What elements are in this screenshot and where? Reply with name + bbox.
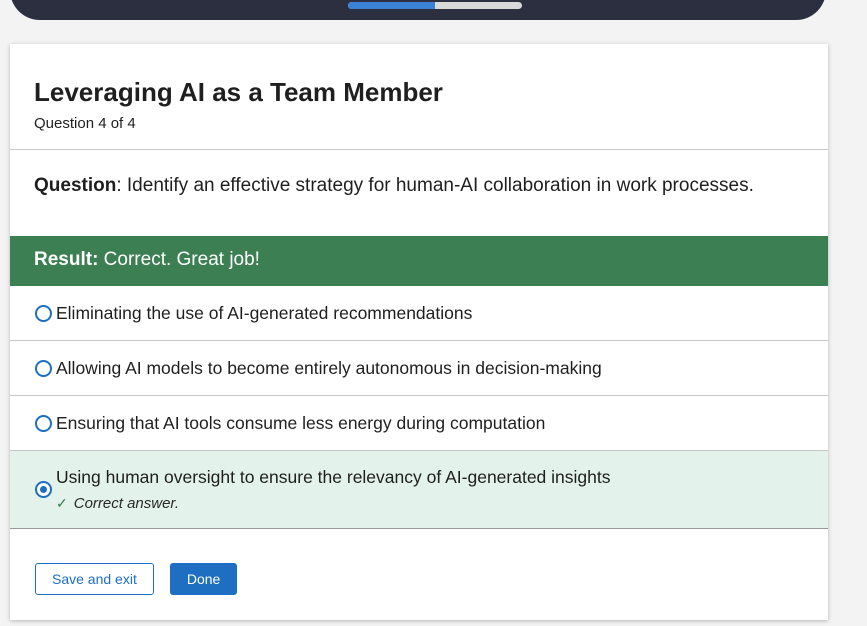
radio-button-icon[interactable] xyxy=(35,414,52,432)
checkmark-icon: ✓ xyxy=(56,495,68,511)
quiz-footer: Save and exit Done xyxy=(10,563,238,595)
radio-button-icon[interactable] xyxy=(35,304,52,322)
top-navigation-bar xyxy=(10,0,826,20)
answer-option-selected[interactable]: Using human oversight to ensure the rele… xyxy=(10,451,828,529)
quiz-progress-bar xyxy=(348,2,522,9)
answer-option-label: Allowing AI models to become entirely au… xyxy=(56,357,602,378)
result-prefix: Result: xyxy=(34,249,99,270)
radio-button-icon[interactable] xyxy=(35,359,52,377)
answer-option[interactable]: Ensuring that AI tools consume less ener… xyxy=(10,396,828,451)
answer-option[interactable]: Allowing AI models to become entirely au… xyxy=(10,341,828,396)
question-text: : Identify an effective strategy for hum… xyxy=(116,175,754,196)
answer-feedback: ✓ Correct answer. xyxy=(56,495,611,512)
answer-feedback-text: Correct answer. xyxy=(73,495,180,512)
answer-option-label: Ensuring that AI tools consume less ener… xyxy=(56,412,546,433)
answer-option-label: Eliminating the use of AI-generated reco… xyxy=(56,302,473,323)
quiz-card: Leveraging AI as a Team Member Question … xyxy=(10,44,828,620)
question-block: Question: Identify an effective strategy… xyxy=(10,150,828,236)
result-text: Correct. Great job! xyxy=(98,249,260,270)
result-banner: Result: Correct. Great job! xyxy=(10,236,828,286)
quiz-header: Leveraging AI as a Team Member Question … xyxy=(10,44,828,150)
radio-button-checked-icon[interactable] xyxy=(35,481,52,498)
page-title: Leveraging AI as a Team Member xyxy=(34,77,443,107)
save-and-exit-button[interactable]: Save and exit xyxy=(35,563,154,595)
done-button[interactable]: Done xyxy=(169,563,238,595)
quiz-progress-fill xyxy=(348,2,435,9)
answer-option-label: Using human oversight to ensure the rele… xyxy=(56,467,611,487)
question-prefix: Question xyxy=(34,175,117,196)
answer-option[interactable]: Eliminating the use of AI-generated reco… xyxy=(10,286,828,341)
question-counter: Question 4 of 4 xyxy=(34,115,136,132)
